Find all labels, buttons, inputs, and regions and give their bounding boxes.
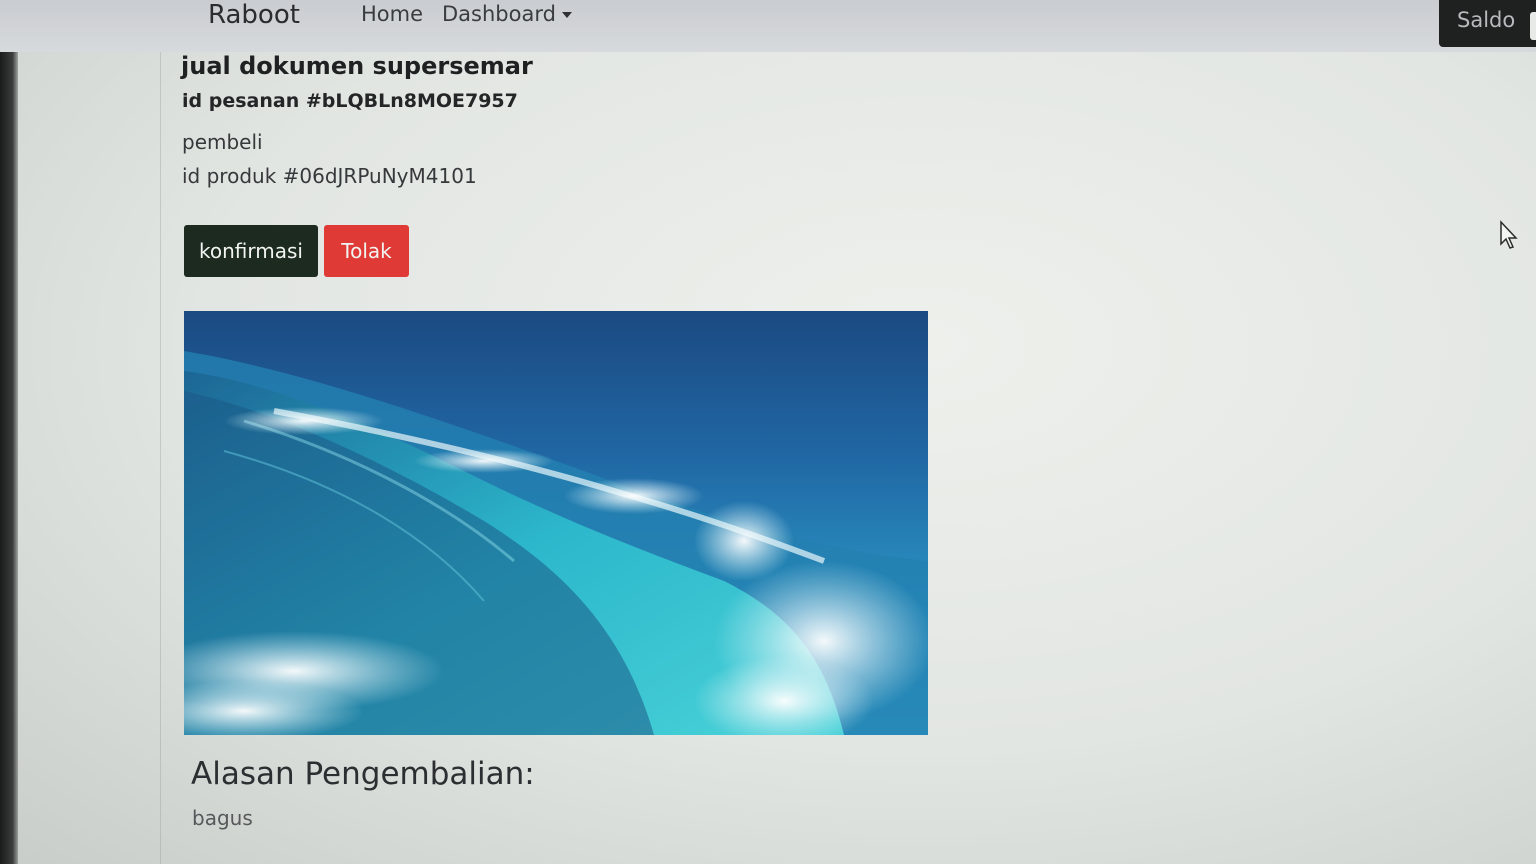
saldo-label: Saldo xyxy=(1457,8,1516,32)
ocean-wave-image xyxy=(184,311,928,735)
order-title: jual dokumen supersemar xyxy=(181,52,533,80)
screen-bezel xyxy=(0,0,18,864)
product-image xyxy=(184,311,928,735)
order-id: id pesanan #bLQBLn8MOE7957 xyxy=(182,90,518,112)
buyer-label: pembeli xyxy=(182,130,263,154)
return-reason-text: bagus xyxy=(192,806,253,830)
content-divider xyxy=(160,52,161,864)
nav-home-link[interactable]: Home xyxy=(361,2,423,26)
reject-button[interactable]: Tolak xyxy=(324,225,409,277)
saldo-button[interactable]: Saldo xyxy=(1439,0,1536,47)
chevron-down-icon xyxy=(561,12,572,18)
brand-logo[interactable]: Raboot xyxy=(208,0,300,30)
return-reason-heading: Alasan Pengembalian: xyxy=(191,756,535,792)
top-navbar: Raboot Home Dashboard Saldo xyxy=(0,0,1536,52)
nav-dashboard-label: Dashboard xyxy=(442,2,556,26)
product-id: id produk #06dJRPuNyM4101 xyxy=(182,164,477,188)
saldo-badge xyxy=(1530,12,1536,40)
confirm-button[interactable]: konfirmasi xyxy=(184,225,318,277)
nav-dashboard-dropdown[interactable]: Dashboard xyxy=(442,2,572,26)
mouse-cursor-icon xyxy=(1500,220,1518,249)
